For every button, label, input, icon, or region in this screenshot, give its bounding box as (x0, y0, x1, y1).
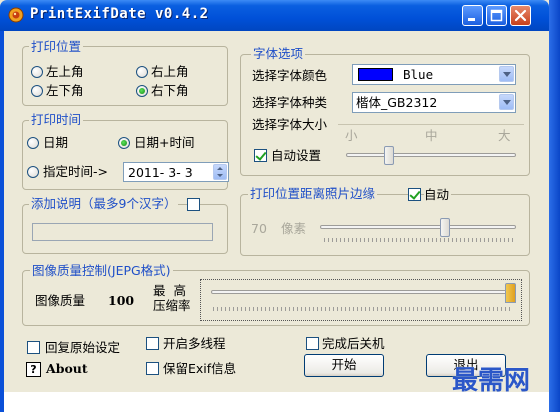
maximize-button[interactable] (486, 5, 507, 26)
font-color-value: Blue (403, 67, 434, 82)
main-window: PrintExifDate v0.4.2 打印位置 左上角 右上角 左下角 右下… (0, 0, 560, 412)
multithread-label: 开启多线程 (163, 336, 226, 351)
multithread-checkbox[interactable] (146, 337, 159, 350)
quality-max-label-bottom: 压缩率 (153, 298, 191, 313)
font-size-title: 选择字体大小 (252, 117, 330, 132)
about-label[interactable]: About (46, 361, 88, 376)
camera-icon (8, 7, 24, 23)
date-spin-button[interactable] (213, 164, 227, 180)
note-input[interactable] (32, 223, 213, 241)
font-options-title: 字体选项 (251, 46, 306, 61)
close-icon (514, 9, 527, 22)
radio-top-right[interactable] (136, 66, 148, 78)
title-bar[interactable]: PrintExifDate v0.4.2 (0, 0, 549, 31)
radio-bottom-left[interactable] (31, 85, 43, 97)
help-icon[interactable]: ? (26, 362, 41, 377)
label-top-left: 左上角 (46, 64, 84, 79)
font-color-label: 选择字体颜色 (252, 68, 328, 83)
radio-bottom-right[interactable] (136, 85, 148, 97)
quality-max-label-top: 最 高 (153, 283, 186, 298)
date-picker[interactable]: 2011- 3- 3 (123, 162, 229, 182)
margin-slider-thumb[interactable] (440, 218, 450, 237)
label-top-right: 右上角 (151, 64, 189, 79)
radio-top-left[interactable] (31, 66, 43, 78)
margin-slider-track[interactable] (320, 225, 516, 229)
quality-slider-ticks (213, 307, 513, 311)
quality-slider-thumb[interactable] (505, 283, 516, 303)
radio-specify-time[interactable] (27, 166, 39, 178)
spin-arrows-icon (217, 167, 223, 177)
maximize-icon (490, 9, 503, 22)
margin-title: 打印位置距离照片边缘 (248, 186, 378, 201)
minimize-icon (468, 18, 475, 21)
date-picker-value: 2011- 3- 3 (128, 165, 193, 180)
add-note-title: 添加说明（最多9个汉字） (29, 196, 179, 211)
margin-unit: 像素 (281, 221, 307, 236)
window-title: PrintExifDate v0.4.2 (30, 6, 209, 22)
color-swatch (358, 68, 393, 81)
quality-value: 100 (108, 293, 135, 308)
window-left-border (0, 31, 4, 412)
restore-defaults-checkbox[interactable] (27, 341, 40, 354)
quality-title: 图像质量控制(JEPG格式) (30, 263, 173, 278)
font-color-select[interactable]: Blue (352, 64, 516, 85)
size-small-label: 小 (345, 128, 358, 143)
start-button[interactable]: 开始 (304, 354, 384, 377)
quality-label: 图像质量 (35, 293, 86, 308)
auto-size-checkbox[interactable] (254, 149, 267, 162)
label-specify-time: 指定时间-> (43, 164, 108, 179)
print-time-title: 打印时间 (29, 112, 84, 127)
add-note-checkbox[interactable] (187, 198, 200, 211)
font-type-value: 楷体_GB2312 (356, 95, 438, 110)
margin-value: 70 (251, 221, 267, 236)
font-size-slider-thumb[interactable] (384, 146, 394, 165)
keep-exif-label: 保留Exif信息 (163, 361, 237, 376)
margin-auto-checkbox[interactable] (408, 188, 421, 201)
radio-datetime[interactable] (118, 137, 130, 149)
font-size-separator (338, 124, 524, 125)
chevron-down-icon[interactable] (499, 94, 514, 110)
restore-defaults-label: 回复原始设定 (45, 340, 121, 355)
radio-date[interactable] (27, 137, 39, 149)
close-button[interactable] (510, 5, 531, 26)
print-position-title: 打印位置 (29, 39, 84, 54)
font-type-label: 选择字体种类 (252, 95, 328, 110)
label-datetime: 日期+时间 (134, 135, 195, 150)
window-right-border (549, 0, 560, 412)
label-date: 日期 (43, 135, 69, 150)
margin-auto-label: 自动 (424, 187, 452, 202)
quality-slider[interactable] (200, 279, 522, 321)
margin-slider-ticks (324, 238, 514, 242)
auto-size-label: 自动设置 (271, 148, 322, 163)
size-large-label: 大 (498, 128, 511, 143)
font-type-select[interactable]: 楷体_GB2312 (352, 92, 516, 113)
chevron-down-icon[interactable] (499, 66, 514, 82)
quality-slider-track[interactable] (211, 290, 511, 294)
label-bottom-right: 右下角 (151, 83, 189, 98)
watermark-logo: 最需网 (452, 366, 531, 396)
label-bottom-left: 左下角 (46, 83, 84, 98)
keep-exif-checkbox[interactable] (146, 362, 159, 375)
shutdown-checkbox[interactable] (306, 337, 319, 350)
shutdown-label: 完成后关机 (322, 336, 385, 351)
size-medium-label: 中 (425, 128, 438, 143)
font-size-slider-track[interactable] (346, 153, 516, 157)
minimize-button[interactable] (462, 5, 483, 26)
